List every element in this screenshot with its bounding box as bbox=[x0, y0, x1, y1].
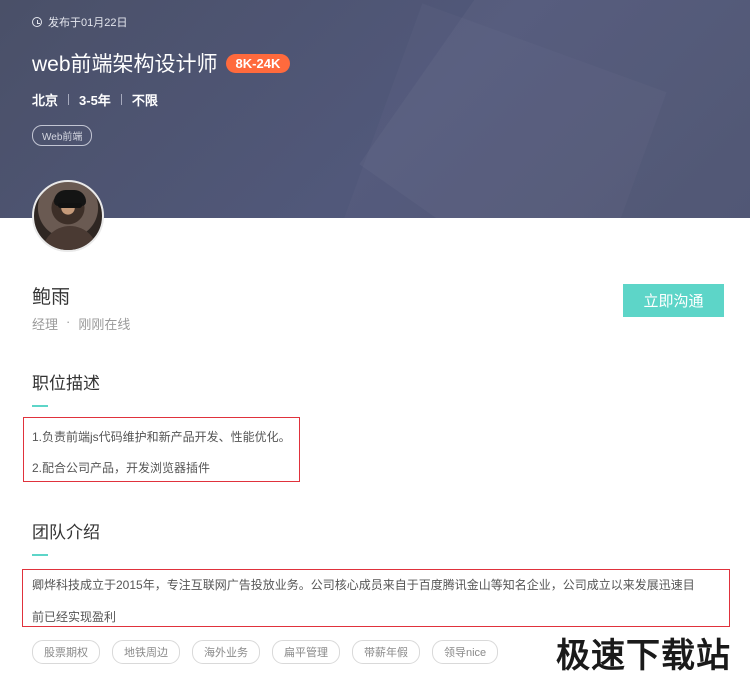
job-title: web前端架构设计师 bbox=[32, 53, 218, 76]
publish-date: 发布于01月22日 bbox=[32, 14, 127, 30]
section-underline bbox=[32, 405, 48, 407]
recruiter-avatar[interactable] bbox=[32, 180, 104, 252]
section-underline bbox=[32, 554, 48, 556]
chat-now-button[interactable]: 立即沟通 bbox=[623, 284, 724, 317]
benefit-tag: 带薪年假 bbox=[352, 640, 420, 664]
team-intro-line: 前已经实现盈利 bbox=[32, 610, 117, 624]
job-location: 北京 bbox=[32, 93, 59, 108]
team-intro-title: 团队介绍 bbox=[32, 523, 100, 542]
recruiter-name: 鲍雨 bbox=[32, 287, 71, 308]
description-line: 1.负责前端js代码维护和新产品开发、性能优化。 bbox=[32, 430, 291, 444]
meta-divider bbox=[68, 94, 70, 105]
recruiter-status: 刚刚在线 bbox=[78, 317, 131, 332]
clock-icon bbox=[32, 17, 42, 27]
benefit-tag: 扁平管理 bbox=[272, 640, 340, 664]
team-intro-line: 卿烨科技成立于2015年，专注互联网广告投放业务。公司核心成员来自于百度腾讯金山… bbox=[32, 578, 695, 592]
job-description-title: 职位描述 bbox=[32, 374, 100, 393]
benefit-tag: 地铁周边 bbox=[112, 640, 180, 664]
info-dot: · bbox=[66, 314, 71, 329]
job-title-row: web前端架构设计师 8K-24K bbox=[32, 48, 291, 78]
salary-badge: 8K-24K bbox=[225, 53, 291, 73]
meta-divider bbox=[120, 94, 122, 105]
publish-date-text: 发布于01月22日 bbox=[48, 17, 128, 29]
job-tag[interactable]: Web前端 bbox=[32, 125, 93, 146]
benefit-tag: 领导nice bbox=[432, 640, 499, 664]
job-education: 不限 bbox=[131, 93, 158, 108]
recruiter-role: 经理 bbox=[32, 317, 59, 332]
description-line: 2.配合公司产品，开发浏览器插件 bbox=[32, 461, 211, 475]
benefit-tag: 海外业务 bbox=[192, 640, 260, 664]
job-header: 发布于01月22日 web前端架构设计师 8K-24K 北京 3-5年 不限 W… bbox=[0, 0, 750, 218]
job-meta: 北京 3-5年 不限 bbox=[32, 90, 158, 109]
job-experience: 3-5年 bbox=[79, 93, 111, 108]
site-watermark: 极速下载站 bbox=[556, 637, 731, 675]
recruiter-info: 经理 · 刚刚在线 bbox=[32, 314, 130, 333]
benefit-tags: 股票期权 地铁周边 海外业务 扁平管理 带薪年假 领导nice bbox=[32, 640, 499, 664]
benefit-tag: 股票期权 bbox=[32, 640, 100, 664]
